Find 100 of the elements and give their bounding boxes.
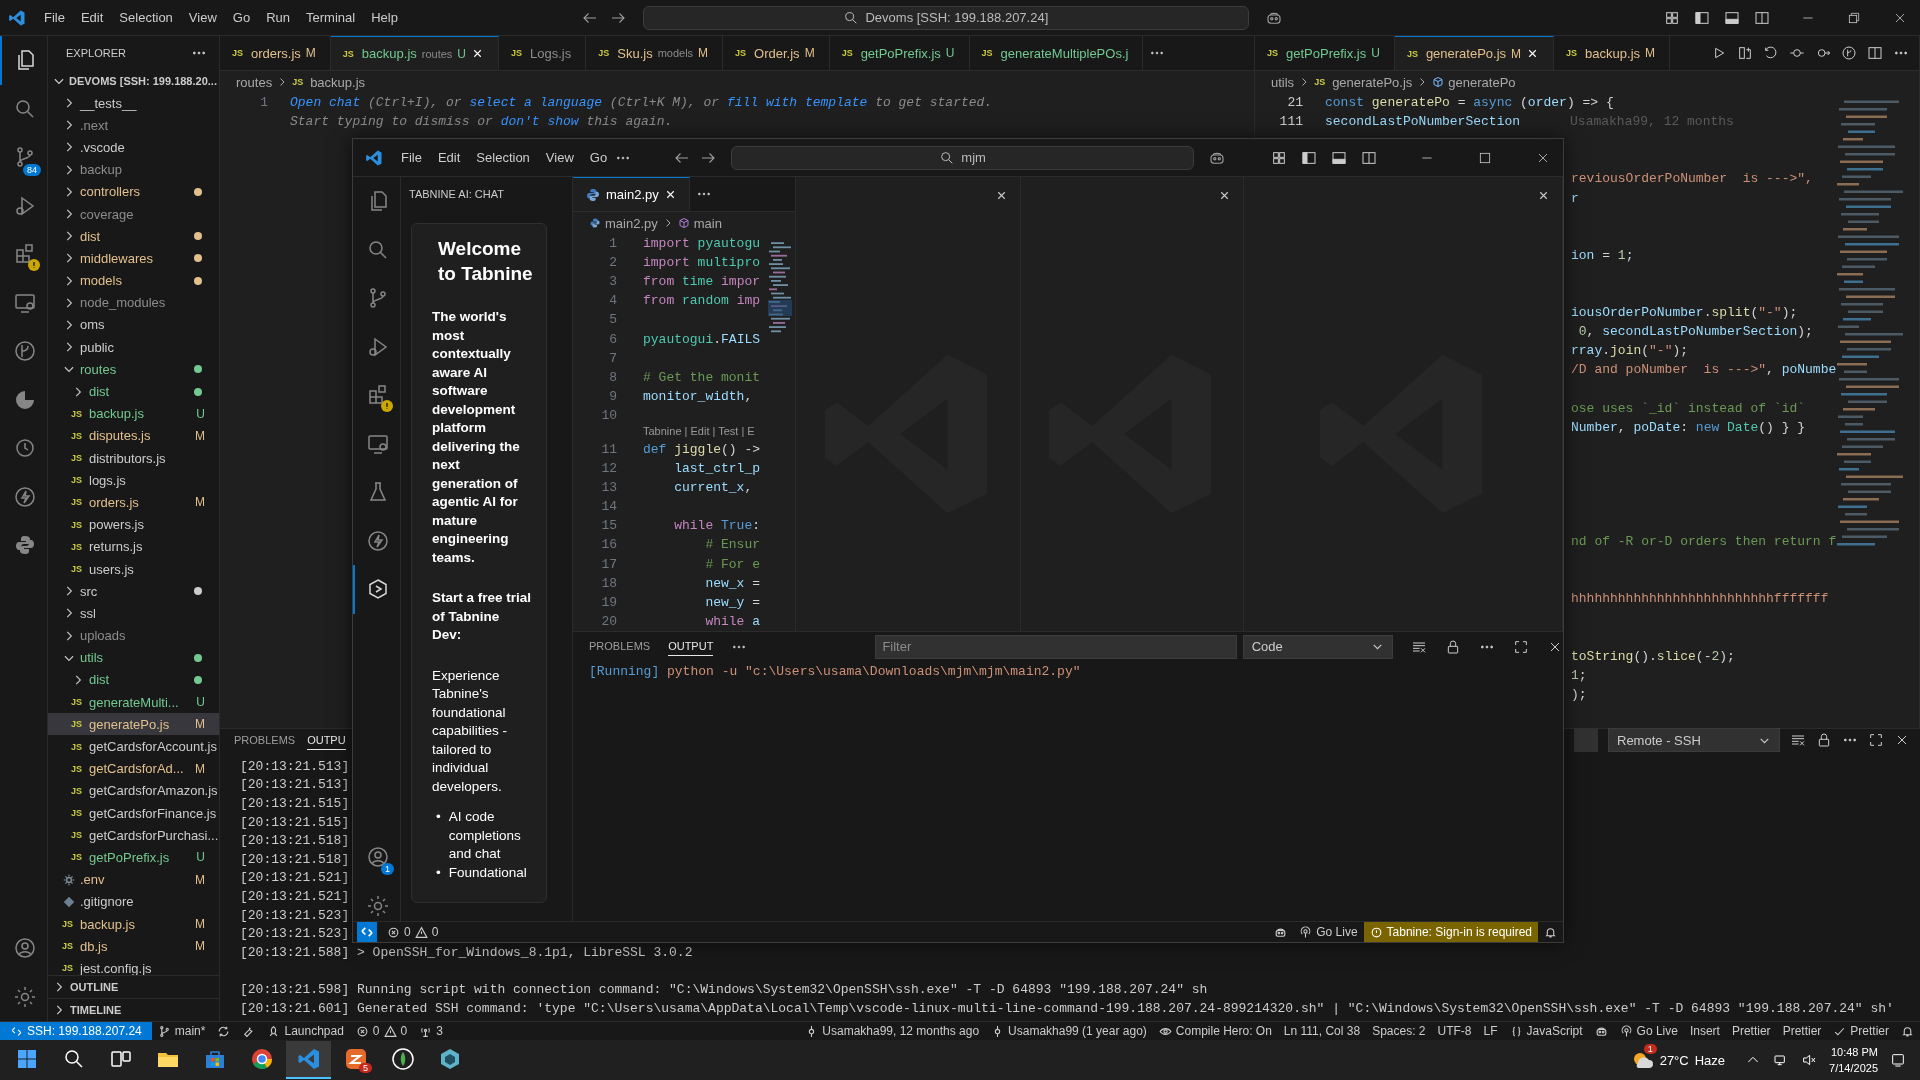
- file-tree-item[interactable]: JS disputes.js M: [48, 424, 219, 447]
- command-center[interactable]: mjm: [731, 145, 1195, 170]
- file-tree-item[interactable]: middlewares: [48, 247, 219, 270]
- breadcrumb-item[interactable]: backup.js: [310, 74, 366, 90]
- status-bar-item[interactable]: UTF-8: [1431, 1022, 1478, 1040]
- menu-item[interactable]: Run: [258, 10, 298, 25]
- file-tree-item[interactable]: backup: [48, 158, 219, 181]
- menu-item[interactable]: Edit: [429, 150, 469, 165]
- editor-tab[interactable]: JS getPoPrefix.js U: [1255, 36, 1395, 70]
- layout-icon[interactable]: [1664, 9, 1680, 26]
- command-center[interactable]: Devoms [SSH: 199.188.207.24]: [642, 5, 1249, 30]
- remote-indicator[interactable]: SSH: 199.188.207.24: [0, 1022, 152, 1040]
- branch-circle-icon[interactable]: [1841, 45, 1857, 61]
- breadcrumb-item[interactable]: main2.py: [605, 215, 658, 231]
- file-tree-item[interactable]: coverage: [48, 202, 219, 226]
- lock-icon[interactable]: [1816, 732, 1832, 748]
- file-tree-item[interactable]: node_modules: [48, 291, 219, 314]
- file-tree-item[interactable]: JS backup.js U: [48, 402, 219, 425]
- status-bar-item[interactable]: Usamakha99 (1 year ago): [985, 1022, 1153, 1040]
- speaker-icon[interactable]: [1801, 1052, 1818, 1068]
- file-tree-item[interactable]: controllers: [48, 180, 219, 203]
- file-tree-item[interactable]: JS jest.config.js: [48, 957, 219, 975]
- status-bar-item[interactable]: JavaScript: [1503, 1022, 1589, 1040]
- close-icon[interactable]: [1537, 189, 1550, 202]
- menu-item[interactable]: Selection: [468, 150, 538, 165]
- clear-output-icon[interactable]: [1790, 732, 1806, 748]
- filter-field[interactable]: [1574, 728, 1598, 752]
- editor-tab[interactable]: JS getPoPrefix.js U: [829, 36, 970, 70]
- sidebar-toggle-icon[interactable]: [1694, 9, 1710, 26]
- hint-link[interactable]: Open chat: [290, 95, 361, 111]
- breadcrumb-item[interactable]: main: [693, 215, 722, 231]
- problems-status[interactable]: 0 0: [381, 922, 445, 942]
- file-tree-item[interactable]: dist: [48, 668, 219, 692]
- file-tree-item[interactable]: uploads: [48, 624, 219, 647]
- file-tree-item[interactable]: JS returns.js: [48, 535, 219, 558]
- breadcrumb-item[interactable]: generatePo: [1448, 74, 1516, 90]
- maximize-panel-icon[interactable]: [1868, 732, 1884, 748]
- hint-link[interactable]: select a language: [469, 95, 603, 111]
- menu-item[interactable]: File: [36, 10, 73, 25]
- status-bar-item[interactable]: Prettier: [1725, 1022, 1777, 1040]
- panel-tab[interactable]: OUTPU: [307, 730, 346, 750]
- split-editor-icon[interactable]: [1867, 45, 1883, 61]
- account-icon[interactable]: [12, 936, 37, 961]
- file-tree-item[interactable]: models: [48, 269, 219, 292]
- file-tree-item[interactable]: JS backup.js M: [48, 912, 219, 936]
- status-bar-item[interactable]: Launchpad: [261, 1022, 350, 1040]
- status-bar-item[interactable]: LF: [1477, 1022, 1504, 1040]
- close-icon[interactable]: [995, 189, 1008, 202]
- breadcrumb-item[interactable]: utils: [1271, 74, 1295, 90]
- notifications-icon[interactable]: [1890, 1052, 1906, 1068]
- output-channel-dropdown[interactable]: Remote - SSH: [1608, 728, 1780, 752]
- file-tree-item[interactable]: src: [48, 580, 219, 603]
- file-tree-item[interactable]: JS logs.js: [48, 469, 219, 492]
- codelens-actions[interactable]: Tabnine | Edit | Test | E: [643, 424, 755, 437]
- editor-tab[interactable]: JS Sku.js models M: [586, 36, 724, 70]
- clock[interactable]: 10:48 PM 7/14/2025: [1829, 1044, 1878, 1076]
- menu-item[interactable]: Go: [581, 150, 616, 165]
- sidebar-toggle-icon[interactable]: [1301, 149, 1317, 166]
- panel-toggle-icon[interactable]: [1331, 149, 1347, 166]
- file-tree-item[interactable]: .vscode: [48, 136, 219, 159]
- file-tree-item[interactable]: ssl: [48, 602, 219, 625]
- file-tree-item[interactable]: JS powers.js: [48, 513, 219, 536]
- sidebar-section-header[interactable]: OUTLINE: [48, 975, 219, 998]
- hint-link[interactable]: fill with template: [726, 95, 868, 111]
- breadcrumb-item[interactable]: routes: [236, 74, 273, 90]
- settings-icon[interactable]: [12, 984, 37, 1009]
- hint-link[interactable]: don't show: [500, 114, 579, 130]
- layout-icon[interactable]: [1271, 149, 1287, 166]
- panel-tab[interactable]: PROBLEMS: [234, 730, 296, 750]
- panel-tab[interactable]: OUTPUT: [668, 637, 714, 657]
- maximize-panel-icon[interactable]: [1513, 638, 1529, 655]
- menu-item[interactable]: View: [537, 150, 582, 165]
- panel-toggle-icon[interactable]: [1724, 9, 1740, 26]
- status-bar-item[interactable]: Compile Hero: On: [1152, 1022, 1278, 1040]
- menu-item[interactable]: Edit: [72, 10, 112, 25]
- status-bar-item[interactable]: Go Live: [1293, 922, 1364, 942]
- status-bar-item[interactable]: Spaces: 2: [1366, 1022, 1432, 1040]
- menu-item[interactable]: Help: [363, 10, 406, 25]
- file-tree-item[interactable]: utils: [48, 646, 219, 669]
- editor-tab[interactable]: JS generatePo.js M: [1394, 36, 1555, 70]
- status-bar-item[interactable]: main*: [151, 1022, 212, 1040]
- file-tree-item[interactable]: oms: [48, 313, 219, 337]
- file-tree-item[interactable]: JS getCardsforAd... M: [48, 757, 219, 780]
- file-tree-item[interactable]: JS getPoPrefix.js U: [48, 846, 219, 869]
- file-tree-item[interactable]: JS db.js M: [48, 935, 219, 958]
- file-tree-item[interactable]: JS getCardsforPurchasi...: [48, 824, 219, 847]
- file-tree-item[interactable]: __tests__: [48, 92, 219, 115]
- filter-field[interactable]: Filter: [875, 634, 1237, 659]
- menu-item[interactable]: Selection: [111, 10, 181, 25]
- file-tree-item[interactable]: .next: [48, 114, 219, 137]
- menu-item[interactable]: File: [393, 150, 430, 165]
- file-tree-item[interactable]: JS distributors.js: [48, 447, 219, 470]
- file-tree-item[interactable]: JS generatePo.js M: [48, 713, 219, 736]
- file-tree-item[interactable]: JS getCardsforFinance.js: [48, 802, 219, 825]
- status-bar-item[interactable]: Usamakha99, 12 months ago: [799, 1022, 986, 1040]
- split-layout-icon[interactable]: [1361, 149, 1377, 166]
- compare-icon[interactable]: [1737, 45, 1753, 61]
- editor-tab[interactable]: JS orders.js M: [220, 36, 331, 70]
- file-tree-item[interactable]: JS getCardsforAccount.js: [48, 735, 219, 758]
- status-bar-item[interactable]: Tabnine: Sign-in is required: [1363, 922, 1538, 942]
